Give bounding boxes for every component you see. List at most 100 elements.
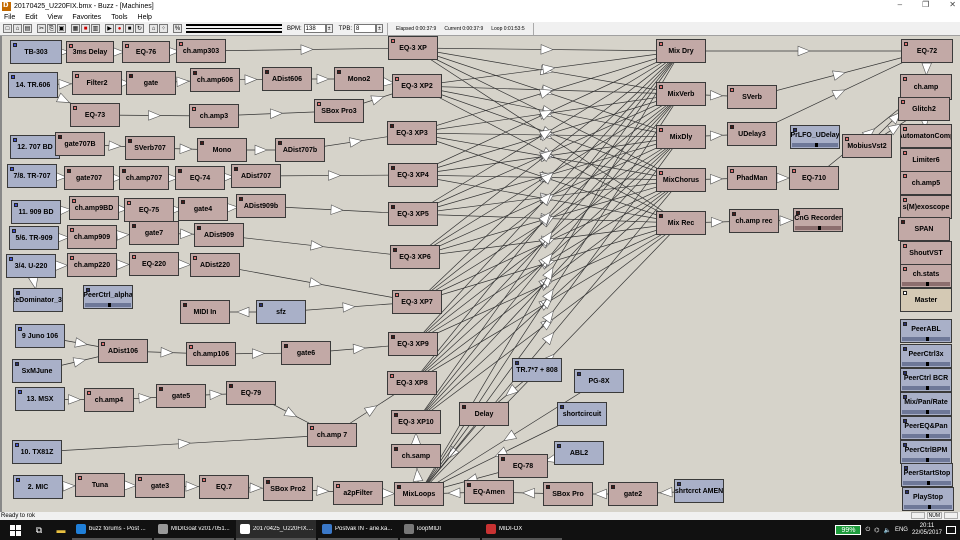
machine-led-icon[interactable] bbox=[183, 303, 187, 307]
machine-led-icon[interactable] bbox=[259, 303, 263, 307]
machine-xp2[interactable]: EQ-3 XP2 bbox=[392, 74, 442, 98]
machine-sverb707[interactable]: SVerb707 bbox=[125, 136, 175, 160]
machine-led-icon[interactable] bbox=[845, 137, 849, 141]
machine-led-icon[interactable] bbox=[394, 447, 398, 451]
machine-led-icon[interactable] bbox=[18, 390, 22, 394]
machine-led-icon[interactable] bbox=[393, 248, 397, 252]
machine-amp-slider[interactable] bbox=[902, 337, 950, 341]
machine-eq710[interactable]: EQ-710 bbox=[789, 166, 839, 190]
machine-eq7[interactable]: EQ.7 bbox=[199, 475, 249, 499]
clock[interactable]: 20:11 22/05/2017 bbox=[912, 523, 942, 537]
machine-playstop[interactable]: PlayStop bbox=[902, 487, 954, 511]
machine-led-icon[interactable] bbox=[193, 71, 197, 75]
machine-led-icon[interactable] bbox=[132, 255, 136, 259]
machine-tr707[interactable]: 7/8. TR-707 bbox=[7, 164, 57, 188]
connection-arrow-mixchorus-phadman[interactable] bbox=[710, 173, 724, 185]
machine-led-icon[interactable] bbox=[193, 256, 197, 260]
machine-xp5[interactable]: EQ-3 XP5 bbox=[388, 202, 438, 226]
machine-view-icon[interactable]: ■ bbox=[81, 24, 90, 33]
connection-arrow-tr606-filter2[interactable] bbox=[58, 78, 72, 90]
machine-sverb[interactable]: SVerb bbox=[727, 85, 777, 109]
connection-arrow-pg8x-mixloops[interactable] bbox=[503, 429, 518, 442]
machine-led-icon[interactable] bbox=[659, 42, 663, 46]
machine-led-icon[interactable] bbox=[659, 128, 663, 132]
machine-amp-slider[interactable] bbox=[902, 410, 950, 414]
machine-led-icon[interactable] bbox=[200, 141, 204, 145]
machine-led-icon[interactable] bbox=[16, 478, 20, 482]
maximize-button[interactable]: ❐ bbox=[922, 0, 929, 9]
connection-arrow-champ106-gate6[interactable] bbox=[252, 348, 266, 359]
connection-arrow-champ606-adist606[interactable] bbox=[244, 74, 258, 85]
connection-arrow-sfz-midiin[interactable] bbox=[236, 306, 250, 318]
machine-eq76[interactable]: EQ-76 bbox=[122, 41, 170, 63]
machine-gate4[interactable]: gate4 bbox=[178, 197, 228, 221]
machine-mixrec[interactable]: Mix Rec bbox=[656, 211, 706, 235]
machine-led-icon[interactable] bbox=[557, 444, 561, 448]
machine-u220[interactable]: 3/4. U-220 bbox=[6, 254, 56, 278]
battery-indicator[interactable]: 99% bbox=[835, 525, 862, 535]
machine-led-icon[interactable] bbox=[659, 85, 663, 89]
machine-led-icon[interactable] bbox=[70, 228, 74, 232]
machine-led-icon[interactable] bbox=[11, 75, 15, 79]
machine-shortcircuit[interactable]: shortcircuit bbox=[557, 402, 607, 426]
connection-arrow-adist909-xp6[interactable] bbox=[310, 240, 324, 251]
machine-led-icon[interactable] bbox=[904, 42, 908, 46]
connection-arrow-msx-champ4[interactable] bbox=[68, 394, 82, 405]
machine-peerstartstop[interactable]: PeerStartStop bbox=[901, 463, 953, 487]
machine-adist220[interactable]: ADist220 bbox=[190, 253, 240, 277]
machine-a2pfilter[interactable]: a2pFilter bbox=[333, 481, 383, 505]
machine-led-icon[interactable] bbox=[903, 198, 907, 202]
bpm-spinner[interactable]: ± bbox=[325, 24, 333, 33]
machine-led-icon[interactable] bbox=[72, 199, 76, 203]
machine-sxmjune[interactable]: SxMJune bbox=[12, 359, 62, 383]
machine-champ606[interactable]: ch.amp606 bbox=[190, 68, 240, 92]
open-icon[interactable]: ⌂ bbox=[13, 24, 22, 33]
machine-amp-slider[interactable] bbox=[902, 362, 950, 366]
machine-led-icon[interactable] bbox=[391, 205, 395, 209]
machine-mixchorus[interactable]: MixChorus bbox=[656, 168, 706, 192]
machine-tb303[interactable]: TB-303 bbox=[10, 40, 62, 64]
machine-xp4[interactable]: EQ-3 XP4 bbox=[388, 163, 438, 187]
grid-icon[interactable]: ⁘ bbox=[159, 24, 168, 33]
machine-led-icon[interactable] bbox=[501, 457, 505, 461]
machine-led-icon[interactable] bbox=[390, 124, 394, 128]
machine-mixloops[interactable]: MixLoops bbox=[394, 482, 444, 506]
power-icon[interactable]: ⏻ bbox=[865, 527, 870, 534]
machine-automaton[interactable]: AutomatonComp bbox=[900, 124, 952, 148]
machine-adist106[interactable]: ADist106 bbox=[98, 339, 148, 363]
connection-arrow-mixdly-udelay3[interactable] bbox=[709, 130, 724, 141]
machine-peerctrlbcr[interactable]: PeerCtrl BCR bbox=[900, 368, 952, 392]
machine-mono[interactable]: Mono bbox=[197, 138, 247, 162]
bpm-input[interactable]: 138 bbox=[303, 24, 326, 33]
machine-led-icon[interactable] bbox=[14, 203, 18, 207]
machine-led-icon[interactable] bbox=[265, 70, 269, 74]
paste-icon[interactable]: ▣ bbox=[57, 24, 66, 33]
machine-led-icon[interactable] bbox=[903, 267, 907, 271]
machine-led-icon[interactable] bbox=[397, 485, 401, 489]
machine-tr7x7[interactable]: TR.7*7 + 808 bbox=[512, 358, 562, 382]
machine-amp-slider[interactable] bbox=[85, 303, 131, 307]
machine-led-icon[interactable] bbox=[560, 405, 564, 409]
connection-arrow-adist220-xp7[interactable] bbox=[308, 277, 323, 288]
machine-led-icon[interactable] bbox=[13, 43, 17, 47]
machine-led-icon[interactable] bbox=[78, 476, 82, 480]
start-button[interactable] bbox=[8, 523, 22, 537]
machine-sfz[interactable]: sfz bbox=[256, 300, 306, 324]
machine-sboxpro2[interactable]: SBox Pro2 bbox=[263, 477, 313, 501]
connection-arrow-champ7-xp8[interactable] bbox=[363, 405, 378, 417]
connection-arrow-sverb707-mono[interactable] bbox=[179, 143, 193, 155]
volume-icon[interactable]: 🔈 bbox=[883, 527, 890, 534]
connection-arrow-a2pfilter-mixloops[interactable] bbox=[382, 488, 396, 499]
menu-help[interactable]: Help bbox=[138, 14, 152, 21]
machine-led-icon[interactable] bbox=[730, 88, 734, 92]
machine-led-icon[interactable] bbox=[69, 44, 73, 48]
connection-arrow-eq73-champ3[interactable] bbox=[148, 110, 162, 121]
machine-pg8x[interactable]: PG-8X bbox=[574, 369, 624, 393]
machine-peereqpan[interactable]: PeerEQ&Pan bbox=[900, 416, 952, 440]
machine-adist707[interactable]: ADist707 bbox=[231, 164, 281, 188]
machine-led-icon[interactable] bbox=[577, 372, 581, 376]
connection-arrow-mic-tuna[interactable] bbox=[62, 480, 76, 492]
machine-sboxpro3[interactable]: SBox Pro3 bbox=[314, 99, 364, 123]
machine-led-icon[interactable] bbox=[125, 44, 129, 48]
machine-led-icon[interactable] bbox=[192, 107, 196, 111]
